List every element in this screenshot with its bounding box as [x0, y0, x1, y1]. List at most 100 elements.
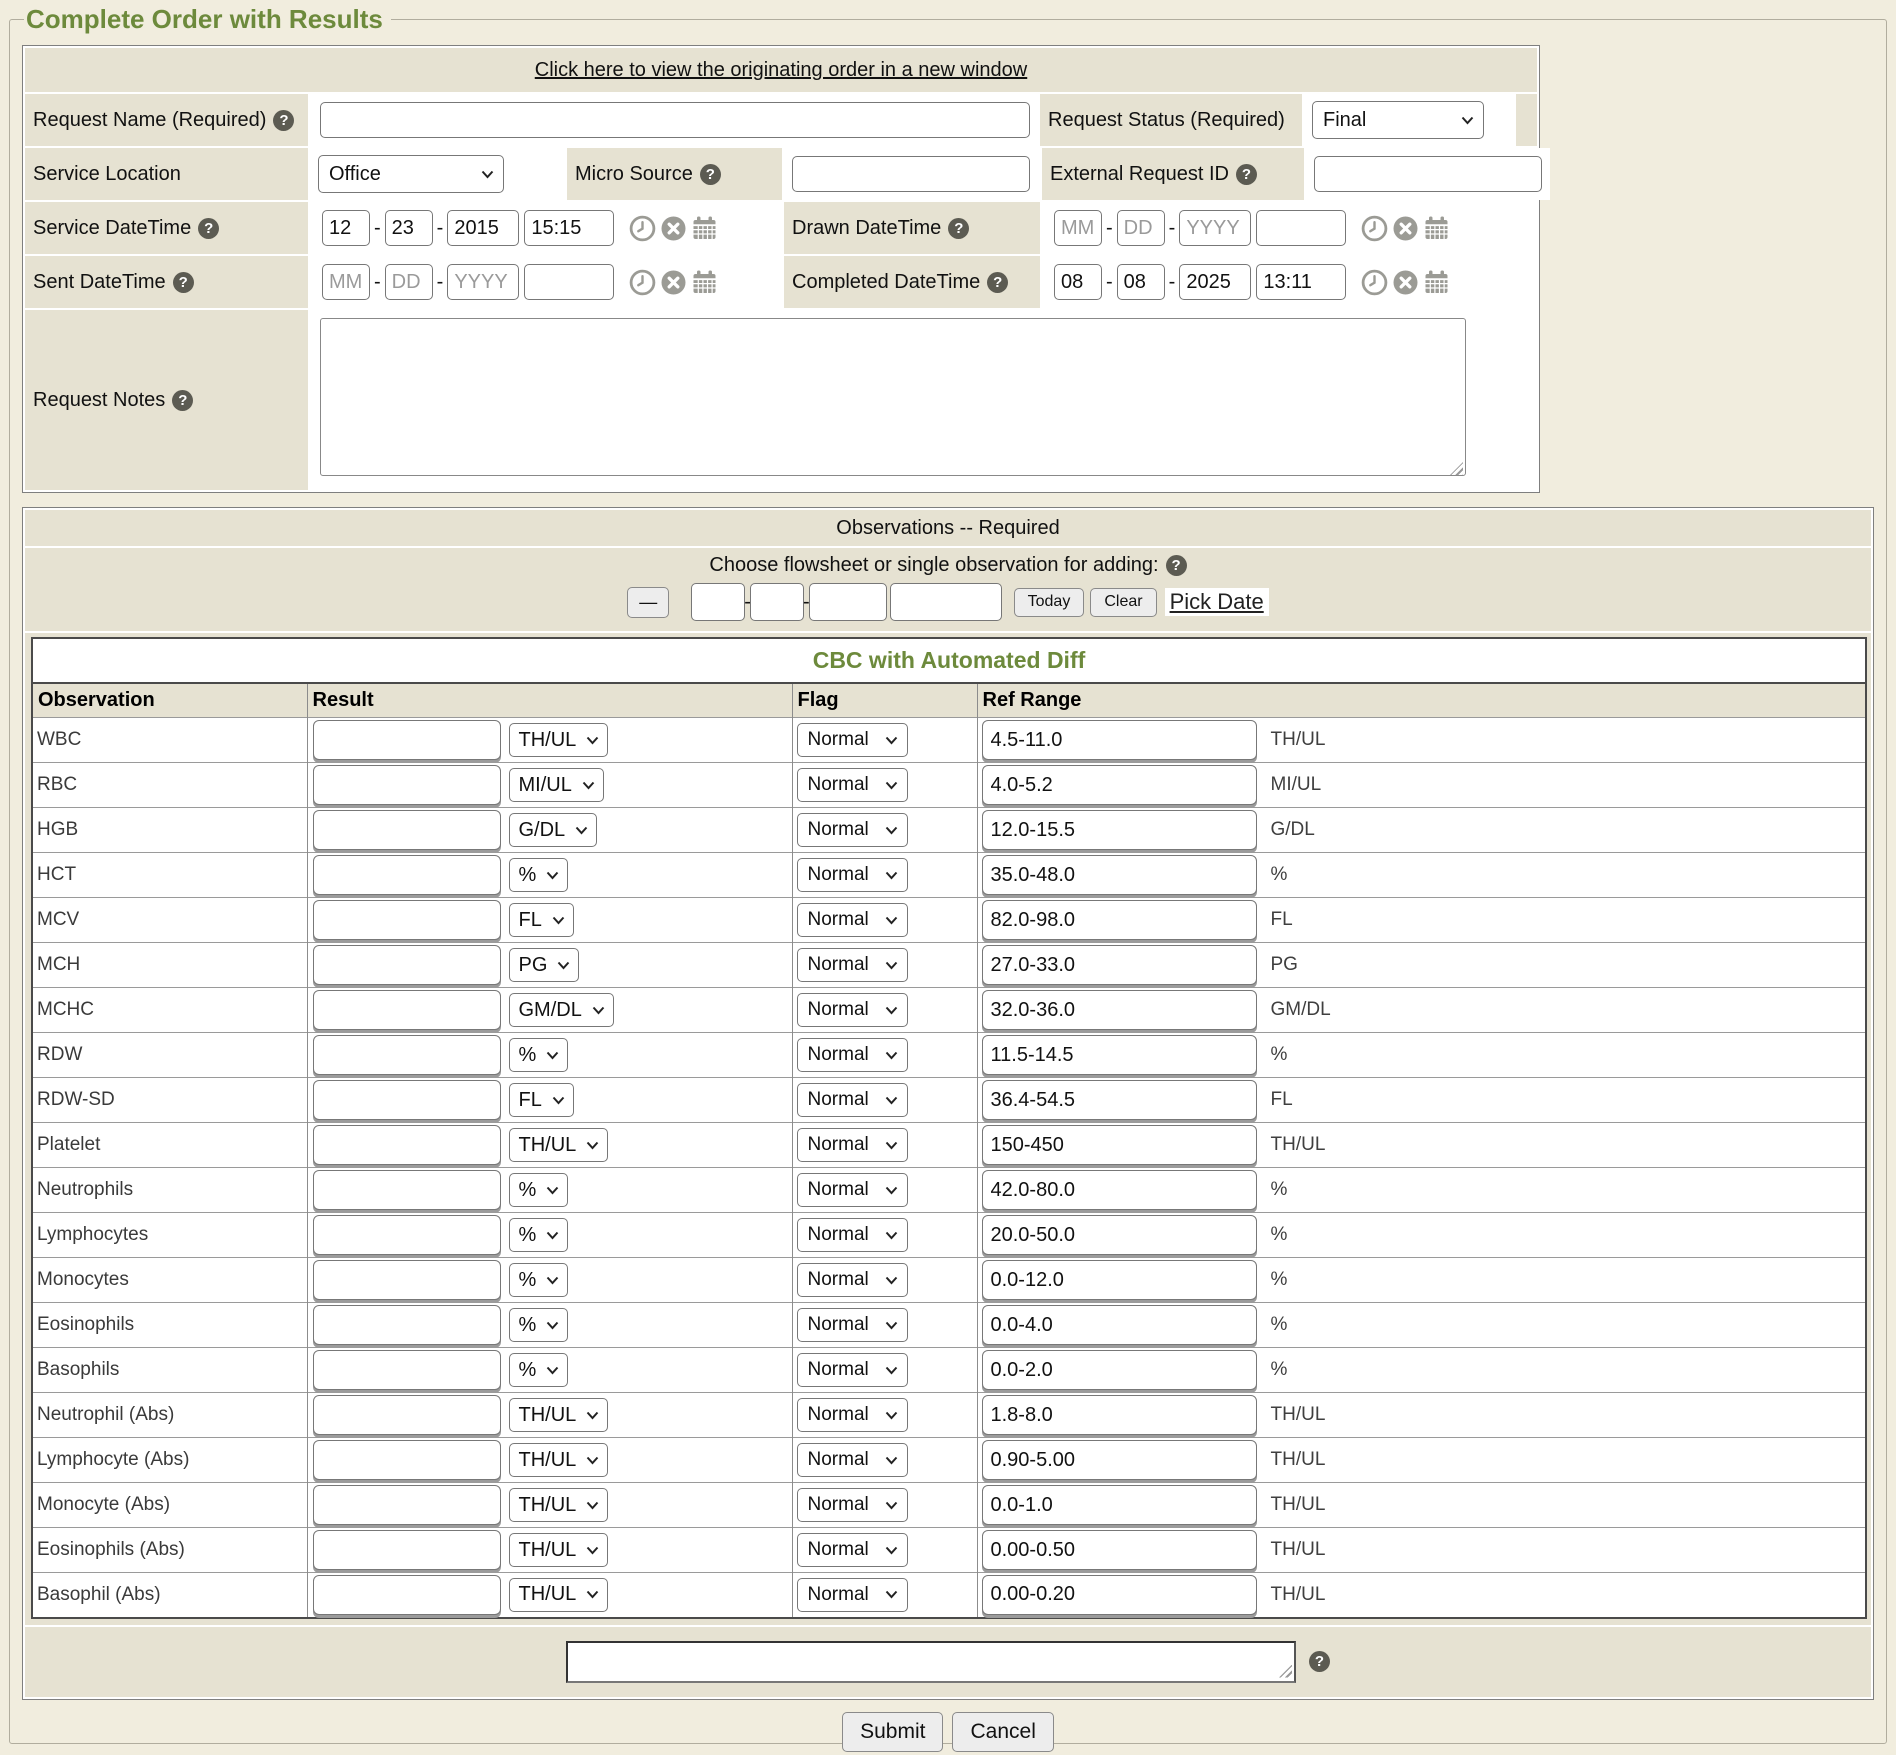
ref-range-input[interactable] — [982, 1215, 1257, 1255]
result-input[interactable] — [313, 1035, 501, 1075]
request-notes-textarea[interactable] — [320, 318, 1466, 476]
help-icon[interactable] — [987, 272, 1008, 293]
ref-range-input[interactable] — [982, 1485, 1257, 1525]
flag-select[interactable]: Normal — [797, 1443, 908, 1477]
clear-datetime-icon[interactable] — [1392, 215, 1419, 242]
sent-time-input[interactable] — [524, 264, 614, 300]
drawn-month-input[interactable] — [1054, 210, 1102, 246]
completed-day-input[interactable] — [1117, 264, 1165, 300]
micro-source-input[interactable] — [792, 156, 1030, 192]
result-input[interactable] — [313, 1125, 501, 1165]
result-unit-select[interactable]: % — [509, 1173, 569, 1207]
today-button[interactable]: Today — [1014, 588, 1085, 617]
ref-range-input[interactable] — [982, 990, 1257, 1030]
clock-icon[interactable] — [629, 215, 656, 242]
result-input[interactable] — [313, 990, 501, 1030]
service-year-input[interactable] — [447, 210, 519, 246]
help-icon[interactable] — [700, 164, 721, 185]
result-unit-select[interactable]: % — [509, 1218, 569, 1252]
calendar-icon[interactable] — [1423, 215, 1450, 242]
flag-select[interactable]: Normal — [797, 1128, 908, 1162]
result-unit-select[interactable]: % — [509, 1038, 569, 1072]
request-name-input[interactable] — [320, 102, 1030, 138]
service-month-input[interactable] — [322, 210, 370, 246]
ref-range-input[interactable] — [982, 1260, 1257, 1300]
completed-year-input[interactable] — [1179, 264, 1251, 300]
ref-range-input[interactable] — [982, 765, 1257, 805]
flag-select[interactable]: Normal — [797, 1083, 908, 1117]
flag-select[interactable]: Normal — [797, 1353, 908, 1387]
result-unit-select[interactable]: GM/DL — [509, 993, 614, 1027]
ref-range-input[interactable] — [982, 720, 1257, 760]
ref-range-input[interactable] — [982, 1035, 1257, 1075]
flag-select[interactable]: Normal — [797, 1488, 908, 1522]
sent-month-input[interactable] — [322, 264, 370, 300]
ref-range-input[interactable] — [982, 1530, 1257, 1570]
clock-icon[interactable] — [629, 269, 656, 296]
submit-button[interactable]: Submit — [842, 1712, 943, 1752]
help-icon[interactable] — [198, 218, 219, 239]
flag-select[interactable]: Normal — [797, 1038, 908, 1072]
help-icon[interactable] — [1236, 164, 1257, 185]
help-icon[interactable] — [1309, 1651, 1330, 1672]
picker-day-input[interactable] — [750, 583, 804, 621]
flag-select[interactable]: Normal — [797, 1218, 908, 1252]
result-input[interactable] — [313, 900, 501, 940]
result-unit-select[interactable]: % — [509, 1308, 569, 1342]
result-unit-select[interactable]: TH/UL — [509, 723, 609, 757]
result-input[interactable] — [313, 810, 501, 850]
flag-select[interactable]: Normal — [797, 858, 908, 892]
ref-range-input[interactable] — [982, 1080, 1257, 1120]
flag-select[interactable]: Normal — [797, 993, 908, 1027]
sent-day-input[interactable] — [385, 264, 433, 300]
result-input[interactable] — [313, 1260, 501, 1300]
picker-month-input[interactable] — [691, 583, 745, 621]
clock-icon[interactable] — [1361, 215, 1388, 242]
result-input[interactable] — [313, 765, 501, 805]
service-day-input[interactable] — [385, 210, 433, 246]
result-input[interactable] — [313, 1530, 501, 1570]
ref-range-input[interactable] — [982, 1395, 1257, 1435]
completed-time-input[interactable] — [1256, 264, 1346, 300]
service-location-select[interactable]: Office — [318, 155, 504, 193]
result-unit-select[interactable]: TH/UL — [509, 1128, 609, 1162]
cancel-button[interactable]: Cancel — [952, 1712, 1053, 1752]
ref-range-input[interactable] — [982, 900, 1257, 940]
result-unit-select[interactable]: G/DL — [509, 813, 598, 847]
observation-note-input[interactable] — [566, 1641, 1296, 1683]
result-input[interactable] — [313, 855, 501, 895]
flag-select[interactable]: Normal — [797, 1578, 908, 1612]
result-input[interactable] — [313, 1170, 501, 1210]
clear-datetime-icon[interactable] — [660, 215, 687, 242]
help-icon[interactable] — [172, 390, 193, 411]
result-unit-select[interactable]: FL — [509, 1083, 574, 1117]
result-input[interactable] — [313, 1350, 501, 1390]
clear-button[interactable]: Clear — [1090, 588, 1156, 617]
result-unit-select[interactable]: PG — [509, 948, 580, 982]
flag-select[interactable]: Normal — [797, 1398, 908, 1432]
ref-range-input[interactable] — [982, 1350, 1257, 1390]
pick-date-link[interactable]: Pick Date — [1165, 588, 1269, 616]
drawn-day-input[interactable] — [1117, 210, 1165, 246]
ref-range-input[interactable] — [982, 1305, 1257, 1345]
result-input[interactable] — [313, 945, 501, 985]
result-unit-select[interactable]: TH/UL — [509, 1578, 609, 1612]
ref-range-input[interactable] — [982, 1440, 1257, 1480]
result-unit-select[interactable]: TH/UL — [509, 1488, 609, 1522]
result-input[interactable] — [313, 1440, 501, 1480]
result-unit-select[interactable]: TH/UL — [509, 1533, 609, 1567]
calendar-icon[interactable] — [691, 215, 718, 242]
flag-select[interactable]: Normal — [797, 948, 908, 982]
result-input[interactable] — [313, 1395, 501, 1435]
flag-select[interactable]: Normal — [797, 768, 908, 802]
flag-select[interactable]: Normal — [797, 813, 908, 847]
clear-datetime-icon[interactable] — [660, 269, 687, 296]
clock-icon[interactable] — [1361, 269, 1388, 296]
calendar-icon[interactable] — [691, 269, 718, 296]
flag-select[interactable]: Normal — [797, 1533, 908, 1567]
ref-range-input[interactable] — [982, 1575, 1257, 1615]
result-unit-select[interactable]: TH/UL — [509, 1398, 609, 1432]
result-unit-select[interactable]: FL — [509, 903, 574, 937]
flag-select[interactable]: Normal — [797, 723, 908, 757]
flag-select[interactable]: Normal — [797, 1173, 908, 1207]
